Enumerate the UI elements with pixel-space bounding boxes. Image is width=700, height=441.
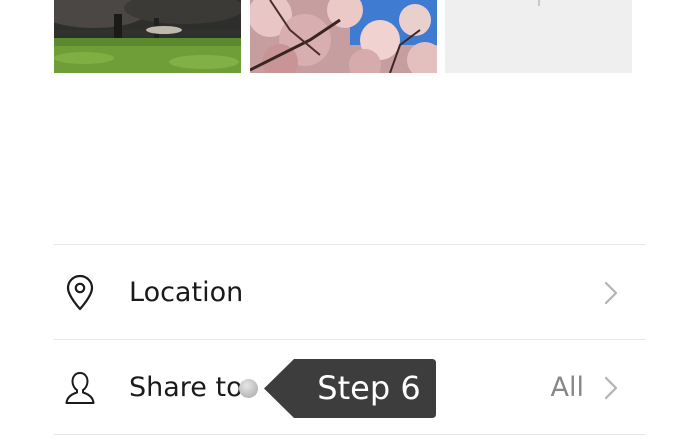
step-tooltip: Step 6 — [264, 359, 436, 418]
photo-thumbnail[interactable] — [54, 0, 241, 73]
location-label: Location — [129, 277, 244, 308]
share-to-label: Share to — [129, 372, 243, 403]
location-pin-icon — [64, 275, 96, 311]
park-trees-photo — [54, 0, 241, 73]
add-photo-tile[interactable] — [445, 0, 632, 73]
cherry-blossom-photo — [250, 0, 437, 73]
location-row[interactable]: Location — [54, 245, 646, 339]
share-to-value: All — [550, 372, 584, 403]
step-label: Step 6 — [317, 369, 421, 407]
divider — [54, 434, 646, 435]
person-icon — [64, 370, 96, 406]
chevron-right-icon — [604, 376, 618, 400]
plus-icon — [538, 0, 540, 6]
step-marker-dot — [239, 379, 258, 398]
photo-thumbnail[interactable] — [250, 0, 437, 73]
moment-compose-screen: Location Share to All Step 6 — [0, 0, 700, 441]
chevron-right-icon — [604, 281, 618, 305]
